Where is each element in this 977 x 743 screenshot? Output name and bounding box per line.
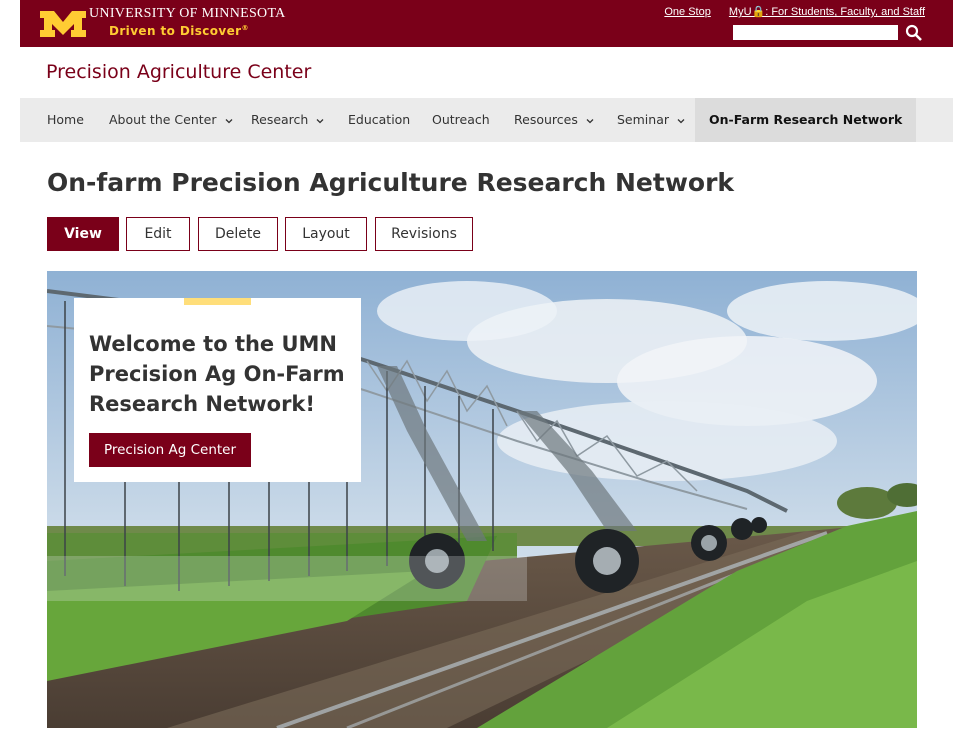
nav-item-about[interactable]: About the Center [109,98,233,142]
nav-item-outreach[interactable]: Outreach [432,98,490,142]
chevron-down-icon [316,118,324,123]
hero-welcome-card: Welcome to the UMN Precision Ag On-Farm … [74,298,361,482]
hero-banner: Welcome to the UMN Precision Ag On-Farm … [47,271,917,728]
site-title[interactable]: Precision Agriculture Center [46,61,311,83]
tab-revisions[interactable]: Revisions [375,217,473,251]
tab-delete[interactable]: Delete [198,217,278,251]
nav-item-home[interactable]: Home [47,98,84,142]
tab-view[interactable]: View [47,217,119,251]
nav-item-research[interactable]: Research [251,98,324,142]
nav-item-resources[interactable]: Resources [514,98,594,142]
nav-item-seminar[interactable]: Seminar [617,98,685,142]
nav-item-on-farm-research-network[interactable]: On-Farm Research Network [695,98,917,142]
utility-links: One Stop MyU🔒: For Students, Faculty, an… [649,5,925,18]
precision-ag-center-button[interactable]: Precision Ag Center [89,433,251,467]
chevron-down-icon [225,118,232,123]
university-name[interactable]: University of Minnesota [89,6,286,22]
card-accent-bar [184,298,251,305]
tab-edit[interactable]: Edit [126,217,190,251]
page-title: On-farm Precision Agriculture Research N… [47,168,735,197]
myu-link[interactable]: MyU🔒: For Students, Faculty, and Staff [729,6,925,18]
university-tagline: Driven to Discover® [109,24,249,38]
search-icon[interactable] [905,24,923,42]
hero-heading: Welcome to the UMN Precision Ag On-Farm … [89,332,345,416]
umn-m-logo-icon[interactable] [40,11,86,37]
search-input[interactable] [733,25,898,40]
chevron-down-icon [677,118,685,123]
one-stop-link[interactable]: One Stop [664,6,710,18]
tab-layout[interactable]: Layout [285,217,367,251]
university-header: University of Minnesota Driven to Discov… [20,0,953,47]
chevron-down-icon [586,118,594,123]
nav-item-education[interactable]: Education [348,98,410,142]
main-navigation: Home About the Center Research Education… [20,98,953,142]
